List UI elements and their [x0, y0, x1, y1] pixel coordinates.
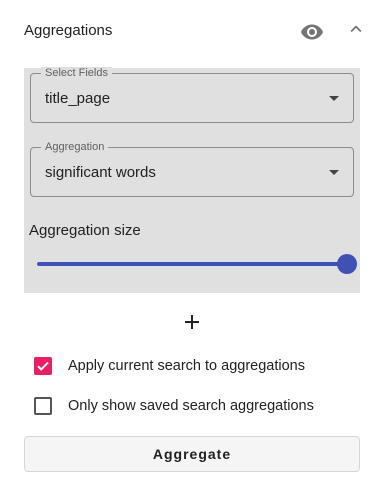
select-fields-value: title_page	[45, 90, 111, 107]
saved-search-checkbox[interactable]	[34, 397, 52, 415]
select-fields-dropdown[interactable]: Select Fields title_page	[30, 67, 354, 123]
dropdown-arrow-icon	[329, 170, 339, 175]
select-fields-label: Select Fields	[41, 67, 112, 79]
aggregation-type-label: Aggregation	[41, 141, 109, 153]
saved-search-label: Only show saved search aggregations	[68, 398, 314, 414]
aggregation-size-label: Aggregation size	[29, 222, 141, 239]
eye-icon[interactable]	[300, 20, 324, 44]
section-title: Aggregations	[24, 22, 113, 39]
aggregations-header: Aggregations	[24, 18, 364, 46]
aggregation-config-panel: Select Fields title_page Aggregation sig…	[24, 67, 360, 293]
aggregate-button[interactable]: Aggregate	[24, 436, 360, 472]
aggregation-type-value: significant words	[45, 164, 156, 181]
apply-search-label: Apply current search to aggregations	[68, 358, 305, 374]
aggregation-size-slider[interactable]	[37, 251, 357, 277]
dropdown-arrow-icon	[329, 96, 339, 101]
apply-search-option[interactable]: Apply current search to aggregations	[34, 354, 305, 378]
slider-track[interactable]	[37, 262, 347, 266]
chevron-up-icon[interactable]	[345, 18, 367, 40]
aggregation-type-dropdown[interactable]: Aggregation significant words	[30, 141, 354, 197]
saved-search-option[interactable]: Only show saved search aggregations	[34, 394, 314, 418]
slider-thumb[interactable]	[337, 254, 357, 274]
plus-icon[interactable]	[182, 312, 202, 332]
apply-search-checkbox[interactable]	[34, 357, 52, 375]
